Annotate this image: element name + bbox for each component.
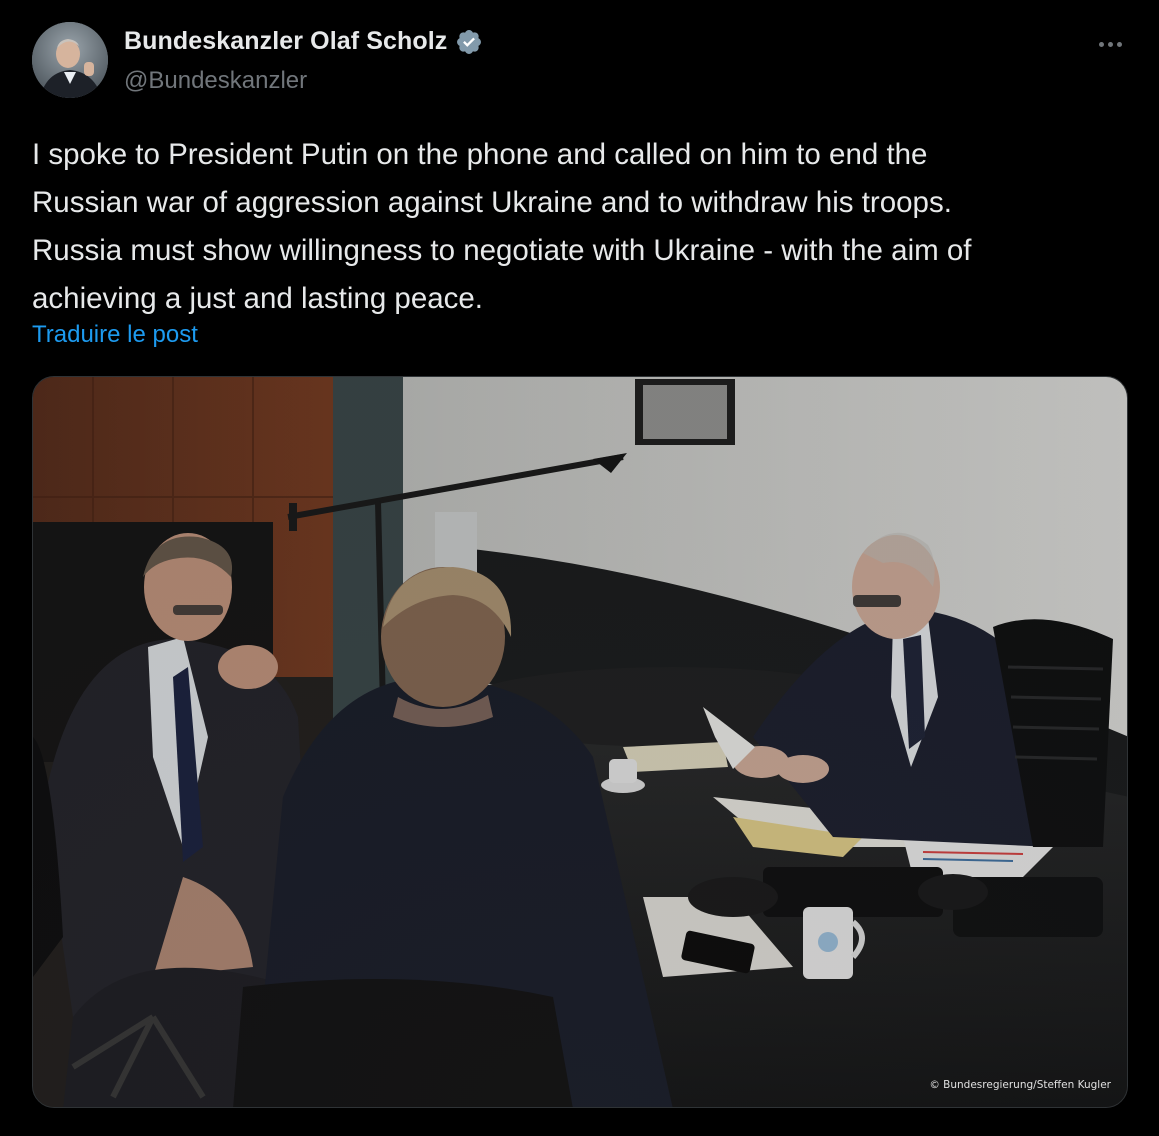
translate-post-link[interactable]: Traduire le post — [32, 321, 198, 349]
post: Bundeskanzler Olaf Scholz @Bundeskanzler… — [0, 0, 1159, 1136]
author-name[interactable]: Bundeskanzler Olaf Scholz — [124, 27, 483, 56]
verified-badge-icon — [455, 28, 483, 56]
photo-credit: © Bundesregierung/Steffen Kugler — [929, 1079, 1111, 1091]
author-avatar[interactable] — [32, 22, 108, 98]
more-options-icon[interactable] — [1088, 30, 1132, 58]
photo-illustration — [33, 377, 1127, 1107]
author-handle[interactable]: @Bundeskanzler — [124, 67, 307, 95]
author-name-text[interactable]: Bundeskanzler Olaf Scholz — [124, 27, 447, 56]
post-photo[interactable]: © Bundesregierung/Steffen Kugler — [32, 376, 1128, 1108]
post-text: I spoke to President Putin on the phone … — [32, 138, 972, 315]
